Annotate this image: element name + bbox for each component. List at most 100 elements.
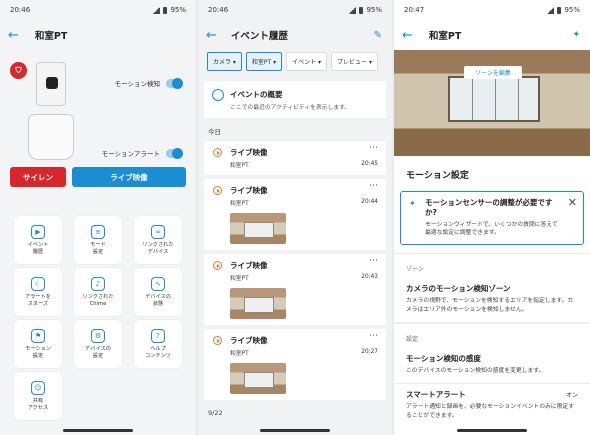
- chime-icon: ♪: [91, 277, 105, 291]
- smart-alert-item[interactable]: スマートアラート オン アラート通知と録画を、必要なモーションイベントのみに限定…: [394, 384, 590, 428]
- event-device: 和室PT: [230, 276, 249, 282]
- filter-camera[interactable]: カメラ ▾: [207, 52, 242, 71]
- tile-label: 共有 アクセス: [27, 398, 49, 411]
- event-title: ライブ映像: [230, 336, 268, 345]
- tile-chime[interactable]: ♪ リンクされた Chime: [74, 268, 122, 316]
- tile-label: リンクされた デバイス: [142, 242, 174, 255]
- live-view-button[interactable]: ライブ映像: [72, 167, 186, 187]
- battery-level: 95%: [366, 6, 382, 14]
- status-bar: 20:47 95%: [394, 0, 590, 20]
- event-row[interactable]: ⋯ ライブ映像 和室PT 20:27: [204, 329, 386, 400]
- filter-event[interactable]: イベント ▾: [286, 52, 328, 71]
- edit-zone-button[interactable]: ゾーンを編集: [464, 66, 522, 79]
- section-title: モーション設定: [406, 171, 469, 181]
- event-row[interactable]: ⋯ ライブ映像 和室PT 20:44: [204, 179, 386, 250]
- tile-label: モーション 設定: [25, 346, 51, 359]
- event-row[interactable]: ⋯ ライブ映像 和室PT 20:45: [204, 141, 386, 175]
- status-time: 20:46: [208, 6, 229, 14]
- signal-icon: [349, 6, 357, 14]
- play-icon: [213, 148, 222, 157]
- overview-subtitle: ここでの最近のアクティビティを表示します。: [230, 105, 351, 111]
- event-row[interactable]: ⋯ ライブ映像 和室PT 20:43: [204, 254, 386, 325]
- event-device: 和室PT: [230, 351, 249, 357]
- motion-zone-item[interactable]: カメラのモーション検知ゾーン カメラの視野で、モーションを検知するエリアを指定し…: [394, 278, 590, 324]
- event-title: ライブ映像: [230, 186, 268, 195]
- clock-icon: ▶: [31, 225, 45, 239]
- status-bar: 20:46 95%: [0, 0, 196, 20]
- tile-shield[interactable]: ≡ モード 設定: [74, 216, 122, 264]
- more-icon[interactable]: ⋯: [369, 181, 378, 191]
- tile-help[interactable]: ? ヘルプ コンテンツ: [134, 320, 182, 368]
- group-header-zone: ゾーン: [394, 253, 590, 278]
- smart-alert-value: オン: [565, 392, 578, 400]
- back-arrow-icon[interactable]: ←: [206, 29, 217, 42]
- event-time: 20:43: [361, 274, 378, 280]
- date-header: 9/22: [208, 409, 223, 417]
- activity-icon: [212, 89, 224, 101]
- motion-detect-toggle[interactable]: [166, 77, 183, 89]
- back-arrow-icon[interactable]: ←: [8, 29, 19, 42]
- wizard-title: モーションセンサーの調整が必要ですか?: [425, 198, 553, 217]
- event-list: ⋯ ライブ映像 和室PT 20:45 ⋯ ライブ映像 和室PT 20:44 ⋯ ライブ映像 和室PT…: [198, 141, 392, 400]
- battery-icon: [359, 6, 364, 14]
- more-icon[interactable]: ⋯: [369, 331, 378, 341]
- status-time: 20:46: [10, 6, 31, 14]
- more-icon[interactable]: ⋯: [369, 143, 378, 153]
- zone-item-body: カメラの視野で、モーションを検知するエリアを指定します。カメラはエリア外のモーシ…: [406, 298, 574, 313]
- tile-label: モード 設定: [90, 242, 106, 255]
- battery-level: 95%: [564, 6, 580, 14]
- event-overview-card[interactable]: イベントの概要 ここでの最近のアクティビティを表示します。: [204, 81, 386, 118]
- tile-runner[interactable]: ⚑ モーション 設定: [14, 320, 62, 368]
- tile-clock[interactable]: ▶ イベント 履歴: [14, 216, 62, 264]
- tile-gear[interactable]: ⚙ デバイスの 設定: [74, 320, 122, 368]
- tile-snooze[interactable]: ☾ アラートを スヌーズ: [14, 268, 62, 316]
- battery-icon: [163, 6, 168, 14]
- room-shoji-image: [448, 76, 540, 122]
- tile-label: イベント 履歴: [27, 242, 49, 255]
- filter-bar: カメラ ▾ 和室PT ▾ イベント ▾ プレビュー ▾: [198, 50, 392, 71]
- tile-pulse[interactable]: ∿ デバイスの 状態: [134, 268, 182, 316]
- event-history-screen: 20:46 95% ← イベント履歴 ✎ カメラ ▾ 和室PT ▾ イベント ▾…: [198, 0, 392, 435]
- status-bar: 20:46 95%: [198, 0, 392, 20]
- smart-alert-title: スマートアラート: [406, 390, 466, 400]
- shield-icon: ≡: [91, 225, 105, 239]
- filter-preview[interactable]: プレビュー ▾: [331, 52, 378, 71]
- back-arrow-icon[interactable]: ←: [402, 29, 413, 42]
- motion-alert-toggle[interactable]: [166, 147, 183, 159]
- event-thumbnail[interactable]: [230, 288, 286, 319]
- magic-wand-icon[interactable]: ✦: [572, 30, 580, 40]
- event-time: 20:45: [361, 161, 378, 167]
- tile-label: デバイスの 設定: [85, 346, 111, 359]
- tile-label: デバイスの 状態: [145, 294, 171, 307]
- siren-button[interactable]: サイレン: [10, 167, 66, 187]
- page-title: イベント履歴: [230, 31, 288, 42]
- home-indicator[interactable]: [260, 429, 330, 432]
- event-device: 和室PT: [230, 201, 249, 207]
- overview-title: イベントの概要: [230, 90, 283, 99]
- home-indicator[interactable]: [63, 429, 133, 432]
- tile-label: アラートを スヌーズ: [25, 294, 51, 307]
- pulse-icon: ∿: [151, 277, 165, 291]
- shield-icon[interactable]: ⛉: [10, 62, 27, 79]
- signal-icon: [153, 6, 161, 14]
- event-title: ライブ映像: [230, 148, 268, 157]
- filter-device[interactable]: 和室PT ▾: [245, 52, 283, 71]
- battery-level: 95%: [170, 6, 186, 14]
- play-icon: [213, 261, 222, 270]
- event-thumbnail[interactable]: [230, 363, 286, 394]
- close-icon[interactable]: ✕: [568, 196, 577, 209]
- tile-label: ヘルプ コンテンツ: [145, 346, 171, 359]
- home-indicator[interactable]: [457, 429, 527, 432]
- event-thumbnail[interactable]: [230, 213, 286, 244]
- more-icon[interactable]: ⋯: [369, 256, 378, 266]
- tile-users[interactable]: ☺ 共有 アクセス: [14, 372, 62, 420]
- motion-detect-row: モーション検知: [115, 77, 183, 89]
- motion-wizard-card[interactable]: ✦ ✕ モーションセンサーの調整が必要ですか? モーションウィザードで、いくつか…: [400, 191, 584, 246]
- play-icon: [213, 336, 222, 345]
- pencil-icon[interactable]: ✎: [374, 30, 382, 41]
- sensitivity-item[interactable]: モーション検知の感度 このデバイスのモーション検知の感度を変更します。: [394, 348, 590, 385]
- play-icon: [213, 186, 222, 195]
- tile-link[interactable]: ∞ リンクされた デバイス: [134, 216, 182, 264]
- device-dashboard-screen: 20:46 95% ← 和室PT ⛉ モーション検知 モーションアラート サイレ…: [0, 0, 196, 435]
- zone-item-title: カメラのモーション検知ゾーン: [406, 284, 511, 294]
